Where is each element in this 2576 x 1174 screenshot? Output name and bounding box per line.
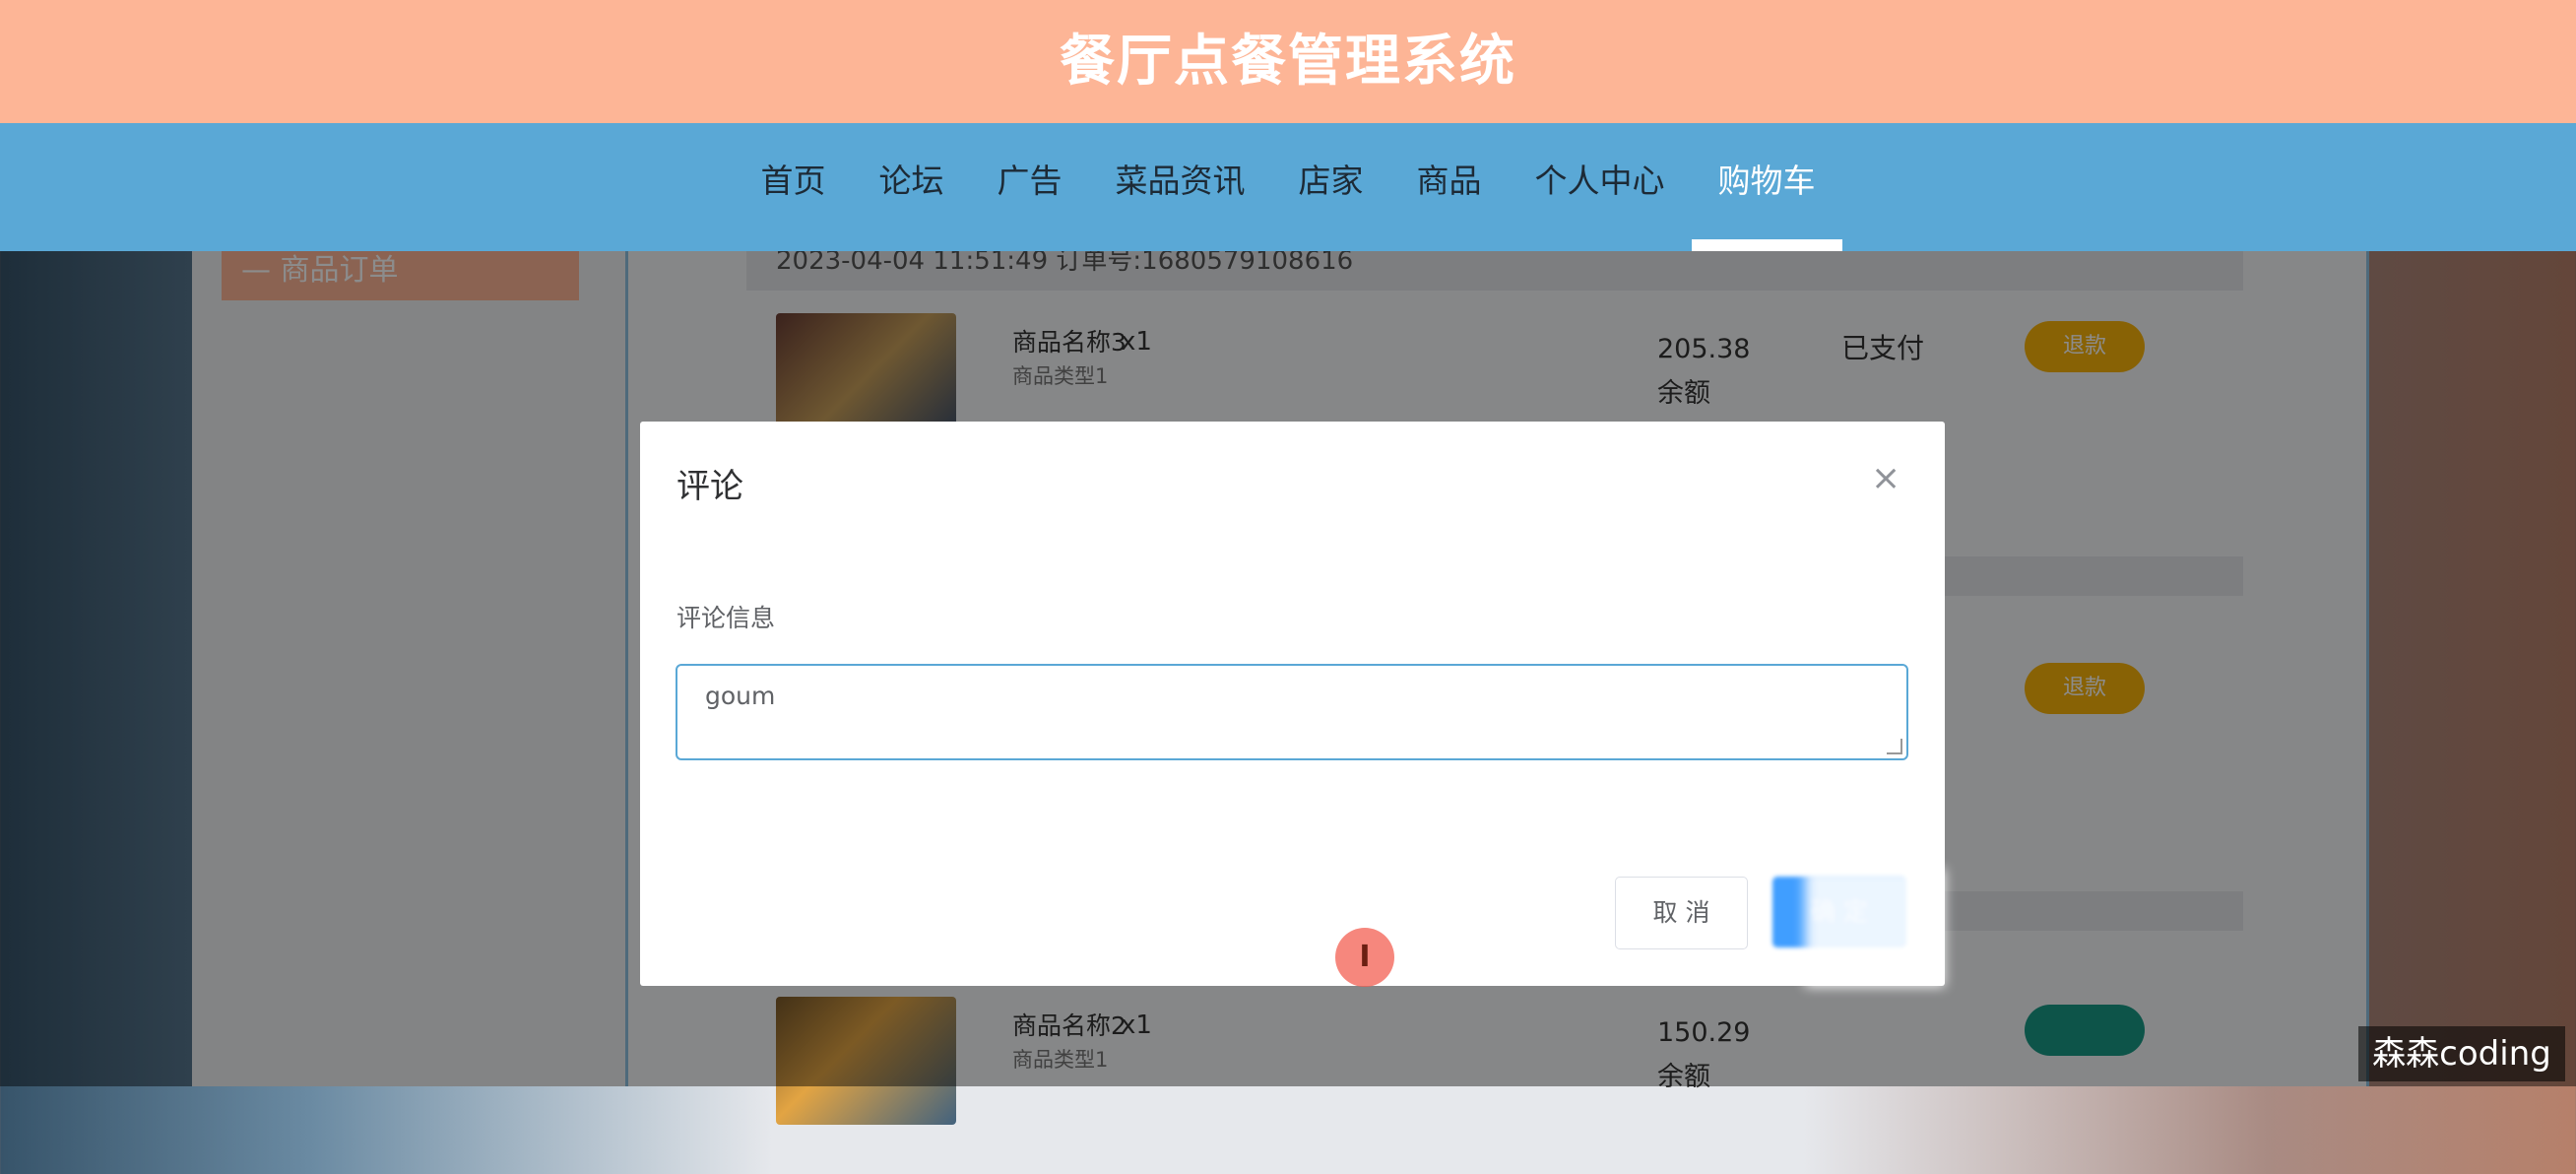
nav-item-shops[interactable]: 店家 <box>1272 123 1390 251</box>
nav-item-products[interactable]: 商品 <box>1390 123 1509 251</box>
cancel-button[interactable]: 取 消 <box>1615 877 1748 949</box>
nav-item-home[interactable]: 首页 <box>735 123 853 251</box>
watermark: 森森coding <box>2358 1026 2565 1081</box>
nav-item-dish-news[interactable]: 菜品资讯 <box>1089 123 1272 251</box>
nav-item-cart[interactable]: 购物车 <box>1691 123 1842 251</box>
comment-field-label: 评论信息 <box>676 604 776 632</box>
dialog-title: 评论 <box>676 467 743 506</box>
comment-textarea-wrapper: goum I <box>676 664 1908 987</box>
comment-dialog: 评论 × 评论信息 goum I 取 消 确 定 <box>640 422 1945 987</box>
blur-patch <box>1805 869 1945 987</box>
nav-item-ads[interactable]: 广告 <box>971 123 1089 251</box>
text-cursor-icon: I <box>1335 928 1394 987</box>
top-nav: 首页 论坛 广告 菜品资讯 店家 商品 个人中心 购物车 <box>0 123 2576 251</box>
nav-item-personal-center[interactable]: 个人中心 <box>1509 123 1692 251</box>
app-header: 餐厅点餐管理系统 <box>0 0 2576 123</box>
app-title: 餐厅点餐管理系统 <box>1060 30 1516 94</box>
comment-textarea[interactable]: goum <box>677 666 1906 758</box>
nav-item-forum[interactable]: 论坛 <box>853 123 971 251</box>
resize-grip-icon[interactable] <box>1887 739 1902 754</box>
close-icon[interactable]: × <box>1871 461 1900 496</box>
